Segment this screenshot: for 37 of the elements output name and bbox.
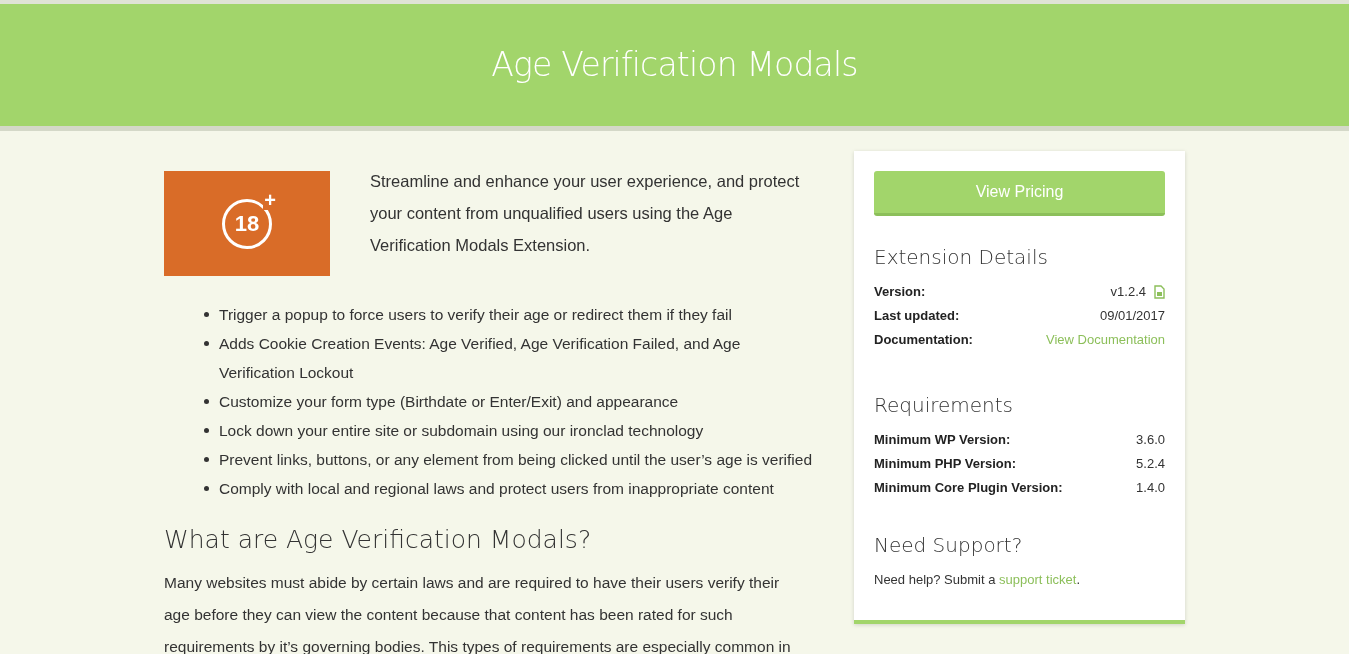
feature-text: Adds Cookie Creation Events: Age Verified, Age Verification Failed, and Age Verification Lockout bbox=[219, 334, 742, 383]
detail-value: 3.6.0 bbox=[1136, 431, 1165, 449]
documentation-link[interactable]: View Documentation bbox=[1046, 328, 1165, 352]
section-heading: What are Age Verification Modals? bbox=[164, 524, 593, 556]
detail-label: Version: bbox=[874, 283, 926, 301]
support-heading: Need Support? bbox=[874, 532, 1024, 559]
detail-value: v1.2.4 bbox=[1110, 283, 1146, 301]
body-text: Many websites must abide by certain laws and are required to have their users verify their bbox=[164, 572, 781, 593]
bullet-icon bbox=[204, 428, 209, 433]
bullet-icon bbox=[204, 312, 209, 317]
document-icon[interactable] bbox=[1154, 285, 1165, 299]
detail-label: Minimum Core Plugin Version: bbox=[874, 479, 1063, 497]
feature-text: Lock down your entire site or subdomain using our ironclad technology bbox=[219, 421, 704, 441]
bullet-icon bbox=[204, 341, 209, 346]
detail-label: Minimum PHP Version: bbox=[874, 455, 1017, 473]
body-text: age before they can view the content because that content has been rated for such bbox=[164, 604, 734, 625]
body-text: requirements by it’s governing bodies. This types of requirements are especially common in bbox=[164, 636, 792, 654]
detail-label: Last updated: bbox=[874, 307, 960, 325]
detail-value: 09/01/2017 bbox=[1099, 307, 1165, 325]
detail-value: 5.2.4 bbox=[1136, 455, 1165, 473]
age-number: 18 bbox=[234, 210, 260, 238]
detail-label: Minimum WP Version: bbox=[874, 431, 1011, 449]
feature-text: Trigger a popup to force users to verify their age or redirect them if they fail bbox=[219, 305, 732, 325]
intro-text: Streamline and enhance your user experience, and protect your content from unqualified users using the Age Verification Modals Extension. bbox=[370, 171, 801, 256]
detail-label: Documentation: bbox=[874, 331, 973, 349]
details-heading: Extension Details bbox=[874, 244, 1049, 271]
support-text: Need help? Submit a support ticket. bbox=[874, 571, 1081, 589]
feature-text: Customize your form type (Birthdate or Enter/Exit) and appearance bbox=[219, 392, 679, 412]
bullet-icon bbox=[204, 486, 209, 491]
requirements-heading: Requirements bbox=[874, 392, 1015, 419]
bullet-icon bbox=[204, 457, 209, 462]
feature-text: Comply with local and regional laws and protect users from inappropriate content bbox=[219, 479, 774, 499]
bullet-icon bbox=[204, 399, 209, 404]
feature-text: Prevent links, buttons, or any element from being clicked until the user’s age is verified bbox=[219, 450, 813, 470]
detail-value: 1.4.0 bbox=[1136, 479, 1165, 497]
page-title: Age Verification Modals bbox=[491, 44, 858, 87]
view-pricing-button[interactable]: View Pricing bbox=[874, 171, 1165, 216]
